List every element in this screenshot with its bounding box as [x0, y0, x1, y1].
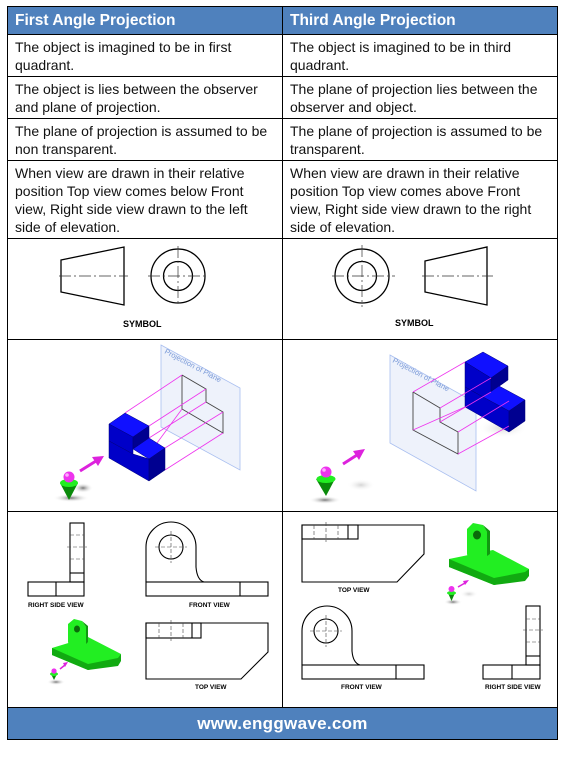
third-angle-views-cell: TOP VIEW FRONT VIEW RIGHT SIDE VIEW — [282, 511, 558, 708]
observer-icon — [53, 471, 93, 502]
view-direction-arrow — [342, 449, 365, 466]
top-view — [301, 524, 425, 583]
first-angle-symbol-cell: SYMBOL — [7, 238, 283, 340]
cell-third-transparency: The plane of projection is assumed to be… — [282, 118, 558, 161]
comparison-table: First Angle Projection Third Angle Proje… — [7, 6, 558, 740]
front-view-label: FRONT VIEW — [189, 602, 231, 609]
cell-third-quadrant: The object is imagined to be in third qu… — [282, 34, 558, 77]
observer-icon — [309, 466, 375, 504]
right-side-view — [482, 605, 541, 680]
table-row: The plane of projection is assumed to be… — [7, 118, 558, 161]
front-view-label: FRONT VIEW — [341, 684, 383, 691]
third-angle-isometric: Projection of Plane — [309, 351, 528, 504]
third-angle-views: TOP VIEW FRONT VIEW RIGHT SIDE VIEW — [301, 522, 543, 691]
cell-first-transparency: The plane of projection is assumed to be… — [7, 118, 283, 161]
right-side-view — [27, 522, 85, 597]
top-view — [145, 622, 269, 680]
cell-third-position: The plane of projection lies between the… — [282, 76, 558, 119]
right-side-view-label: RIGHT SIDE VIEW — [485, 684, 541, 691]
third-angle-symbol: SYMBOL — [332, 245, 493, 328]
table-row: The object is lies between the observer … — [7, 76, 558, 119]
green-part-isometric — [444, 523, 529, 605]
view-direction-arrow — [79, 456, 104, 473]
green-part-isometric — [47, 619, 121, 685]
website-footer: www.enggwave.com — [7, 707, 558, 740]
front-view — [301, 605, 425, 680]
first-angle-symbol: SYMBOL — [59, 246, 208, 329]
hidden-lines — [310, 522, 543, 647]
first-angle-views-cell: RIGHT SIDE VIEW FRONT VIEW TOP VIEW — [7, 511, 283, 708]
table-row: When view are drawn in their relative po… — [7, 160, 558, 239]
cell-first-position: The object is lies between the observer … — [7, 76, 283, 119]
blue-block — [108, 412, 166, 482]
cell-first-quadrant: The object is imagined to be in first qu… — [7, 34, 283, 77]
header-third-angle: Third Angle Projection — [282, 6, 558, 35]
table-row: The object is imagined to be in first qu… — [7, 34, 558, 77]
third-angle-symbol-cell: SYMBOL — [282, 238, 558, 340]
third-angle-isometric-cell: Projection of Plane — [282, 339, 558, 512]
symbol-label: SYMBOL — [395, 318, 434, 328]
front-view — [145, 521, 269, 597]
cell-first-arrangement: When view are drawn in their relative po… — [7, 160, 283, 239]
top-view-label: TOP VIEW — [338, 587, 370, 594]
right-side-view-label: RIGHT SIDE VIEW — [28, 602, 84, 609]
header-first-angle: First Angle Projection — [7, 6, 283, 35]
symbol-label: SYMBOL — [123, 319, 162, 329]
first-angle-isometric: Projection of Plane — [53, 344, 241, 502]
top-view-label: TOP VIEW — [195, 684, 227, 691]
first-angle-views: RIGHT SIDE VIEW FRONT VIEW TOP VIEW — [27, 521, 269, 691]
first-angle-isometric-cell: Projection of Plane — [7, 339, 283, 512]
cell-third-arrangement: When view are drawn in their relative po… — [282, 160, 558, 239]
